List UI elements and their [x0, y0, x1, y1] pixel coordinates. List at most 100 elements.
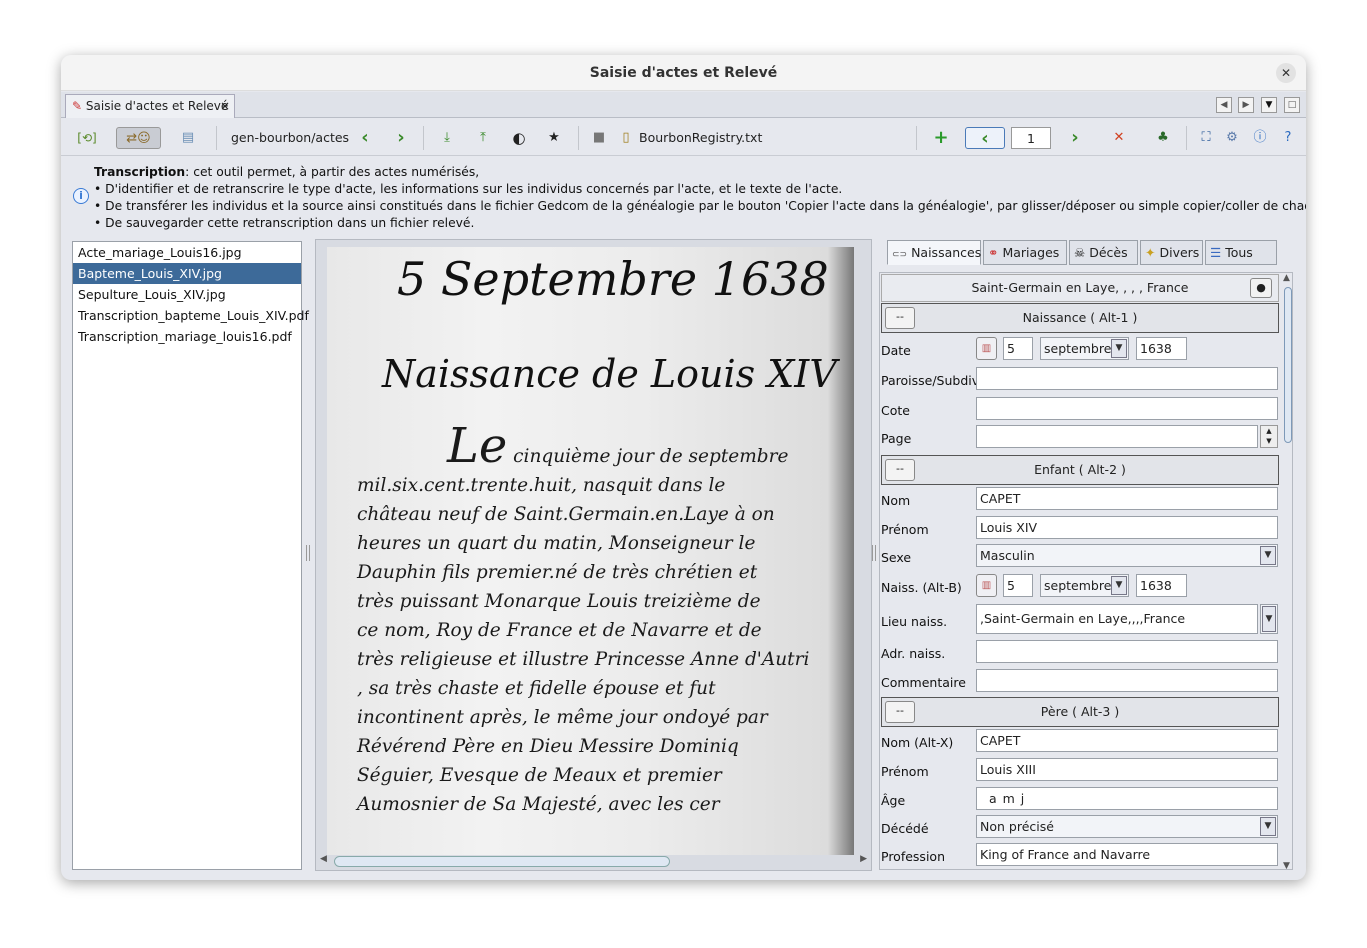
manuscript-line: Révérend Père en Dieu Messire Dominiq	[357, 736, 739, 757]
cote-field[interactable]	[976, 397, 1278, 420]
add-record-icon[interactable]: +	[929, 127, 953, 149]
scroll-right-arrow-icon[interactable]: ▶	[860, 854, 867, 864]
lieu-naiss-label: Lieu naiss.	[881, 614, 948, 629]
tab-deces[interactable]: ☠ Décès	[1069, 240, 1138, 265]
manuscript-line: Aumosnier de Sa Majesté, avec les cer	[357, 794, 720, 815]
scroll-left-arrow-icon[interactable]: ◀	[320, 854, 327, 864]
horizontal-scrollbar[interactable]: ◀ ▶	[316, 854, 871, 868]
bookmark-star-icon[interactable]: ★	[542, 127, 566, 149]
tab-naissances[interactable]: ⊂⊃ Naissances	[887, 240, 981, 265]
window-close-button[interactable]: ✕	[1276, 63, 1296, 83]
tab-close-icon[interactable]: ×	[220, 95, 230, 117]
horizontal-scroll-thumb[interactable]	[334, 856, 670, 867]
manuscript-initial: Le	[447, 418, 508, 474]
naiss-month-select[interactable]: septembre ▼	[1040, 574, 1129, 597]
manuscript-line: château neuf de Saint.Germain.en.Laye à …	[357, 504, 775, 525]
fit-screen-icon[interactable]: ⛶	[1195, 127, 1217, 149]
info-circle-icon: i	[73, 188, 89, 204]
contrast-icon[interactable]: ◐	[507, 127, 531, 149]
file-list-item[interactable]: Transcription_mariage_louis16.pdf	[73, 326, 301, 347]
list-icon: ☰	[1210, 245, 1222, 260]
stamp-icon[interactable]: ■	[588, 127, 610, 149]
pere-prenom-field[interactable]: Louis XIII	[976, 758, 1278, 781]
file-list-item[interactable]: Sepulture_Louis_XIV.jpg	[73, 284, 301, 305]
adr-naiss-field[interactable]	[976, 640, 1278, 663]
scroll-up-arrow-icon[interactable]: ▲	[1283, 273, 1290, 283]
misc-icon: ✦	[1145, 245, 1156, 260]
tab-deces-label: Décès	[1089, 245, 1128, 260]
collapse-naissance-button[interactable]: --	[885, 307, 915, 329]
date-day-field[interactable]: 5	[1003, 337, 1033, 360]
tab-list-icon[interactable]: ▼	[1261, 97, 1277, 113]
page-field[interactable]	[976, 425, 1258, 448]
link-persons-icon[interactable]: ⇄☺	[116, 127, 161, 149]
prenom-field[interactable]: Louis XIV	[976, 516, 1278, 539]
commentaire-field[interactable]	[976, 669, 1278, 692]
scroll-left-icon[interactable]: ◀	[1216, 97, 1232, 113]
next-image-icon[interactable]: ›	[389, 127, 413, 149]
collapse-enfant-button[interactable]: --	[885, 459, 915, 481]
form-vertical-scrollbar[interactable]: ▲ ▼	[1283, 273, 1292, 869]
file-list-item-selected[interactable]: Bapteme_Louis_XIV.jpg	[73, 263, 301, 284]
delete-record-icon[interactable]: ✕	[1107, 127, 1131, 149]
maximize-icon[interactable]: □	[1284, 97, 1300, 113]
download-icon[interactable]: ⤓	[435, 127, 459, 149]
calendar-icon[interactable]: ▥	[976, 574, 997, 597]
detect-icon[interactable]: [⟲]	[70, 127, 104, 149]
help-icon[interactable]: ?	[1277, 127, 1299, 149]
globe-icon[interactable]: ●	[1250, 278, 1272, 298]
left-splitter-handle[interactable]	[306, 545, 310, 561]
manuscript-line: ce nom, Roy de France et de Navarre et d…	[357, 620, 762, 641]
collapse-pere-button[interactable]: --	[885, 701, 915, 723]
decede-select[interactable]: Non précisé ▼	[976, 815, 1278, 838]
date-month-select[interactable]: septembre ▼	[1040, 337, 1129, 360]
calendar-icon[interactable]: ▥	[976, 337, 997, 360]
manuscript-line: Dauphin fils premier.né de très chrétien…	[357, 562, 758, 583]
copy-to-genealogy-icon[interactable]: ♣	[1151, 127, 1175, 149]
lieu-naiss-dropdown[interactable]: ▼	[1260, 604, 1278, 634]
profession-field[interactable]: King of France and Navarre	[976, 843, 1278, 866]
profession-label: Profession	[881, 849, 945, 864]
enfant-section-title: Enfant ( Alt-2 )	[1034, 462, 1126, 477]
sexe-select[interactable]: Masculin ▼	[976, 544, 1278, 567]
next-record-icon[interactable]: ›	[1063, 127, 1087, 149]
settings-gear-icon[interactable]: ⚙	[1221, 127, 1243, 149]
tab-mariages[interactable]: ⚭ Mariages	[983, 240, 1067, 265]
age-field[interactable]: a m j	[976, 787, 1278, 810]
naissance-section-header: -- Naissance ( Alt-1 )	[881, 303, 1279, 333]
tab-divers[interactable]: ✦ Divers	[1140, 240, 1203, 265]
date-year-field[interactable]: 1638	[1136, 337, 1187, 360]
scroll-down-arrow-icon[interactable]: ▼	[1283, 861, 1290, 869]
file-list: Acte_mariage_Louis16.jpg Bapteme_Louis_X…	[72, 241, 309, 870]
vertical-scroll-thumb[interactable]	[1284, 287, 1292, 443]
page-stepper[interactable]: ▲ ▼	[1260, 425, 1278, 448]
registry-file-name[interactable]: BourbonRegistry.txt	[639, 127, 762, 149]
manuscript-line: heures un quart du matin, Monseigneur le	[357, 533, 756, 554]
document-tab[interactable]: ✎ Saisie d'actes et Relevé ×	[65, 94, 235, 118]
manuscript-image[interactable]: 5 Septembre 1638 Naissance de Louis XIV …	[327, 247, 854, 855]
cote-label: Cote	[881, 403, 910, 418]
record-number-field[interactable]: 1	[1011, 127, 1051, 149]
pere-nom-field[interactable]: CAPET	[976, 729, 1278, 752]
tab-tous[interactable]: ☰ Tous	[1205, 240, 1277, 265]
previous-record-button[interactable]: ‹	[965, 127, 1005, 149]
age-label: Âge	[881, 793, 906, 808]
record-form: Saint-Germain en Laye, , , , France ● --…	[879, 272, 1293, 870]
naiss-year-field[interactable]: 1638	[1136, 574, 1187, 597]
feather-icon: ✎	[72, 99, 83, 113]
lieu-naiss-field[interactable]: ,Saint-Germain en Laye,,,,France	[976, 604, 1258, 634]
manuscript-line: mil.six.cent.trente.huit, nasquit dans l…	[357, 475, 726, 496]
right-splitter-handle[interactable]	[872, 545, 876, 561]
previous-image-icon[interactable]: ‹	[353, 127, 377, 149]
nom-field[interactable]: CAPET	[976, 487, 1278, 510]
paroisse-field[interactable]	[976, 367, 1278, 390]
scroll-right-icon[interactable]: ▶	[1238, 97, 1254, 113]
info-line-1: • D'identifier et de retranscrire le typ…	[94, 182, 843, 196]
grid-icon[interactable]: ▤	[173, 127, 203, 149]
naiss-day-field[interactable]: 5	[1003, 574, 1033, 597]
file-list-item[interactable]: Transcription_bapteme_Louis_XIV.pdf	[73, 305, 309, 326]
info-icon[interactable]: ⓘ	[1249, 127, 1271, 149]
upload-icon[interactable]: ⤒	[471, 127, 495, 149]
pere-prenom-label: Prénom	[881, 764, 929, 779]
file-list-item[interactable]: Acte_mariage_Louis16.jpg	[73, 242, 301, 263]
